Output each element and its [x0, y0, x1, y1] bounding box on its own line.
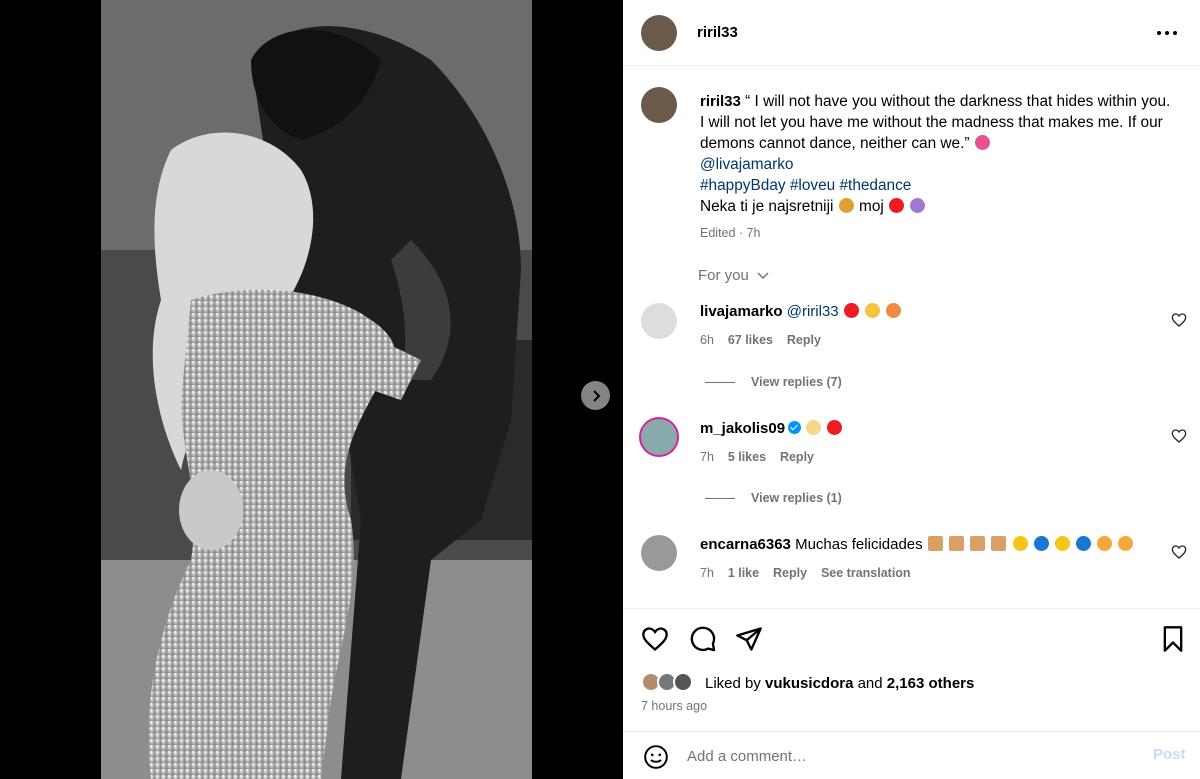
divider-line: [705, 498, 735, 500]
blue-heart-emoji-icon: [1033, 536, 1049, 551]
post-photo[interactable]: [101, 0, 532, 779]
post-comment-button[interactable]: Post: [1153, 746, 1186, 763]
comment-username[interactable]: m_jakolis09: [700, 420, 785, 437]
chevron-right-icon: [592, 389, 600, 402]
comment-likes[interactable]: 5 likes: [728, 450, 766, 464]
like-comment-heart-icon[interactable]: [1171, 312, 1187, 328]
comment-sort-label: For you: [698, 267, 749, 284]
view-replies-button[interactable]: View replies (1): [705, 491, 842, 505]
comment-item: m_jakolis09 7h 5 likes Reply: [700, 418, 1160, 468]
comment-item: encarna6363 Muchas felicidades 7h 1 like…: [700, 534, 1160, 584]
post-actions: Liked by vukusicdora and 2,163 others 7 …: [623, 608, 1200, 778]
reply-button[interactable]: Reply: [780, 450, 814, 464]
yellow-heart-emoji-icon: [1012, 536, 1028, 551]
caption-hashtags[interactable]: #happyBday #loveu #thedance: [700, 177, 911, 194]
comment-item: livajamarko @riril33 6h 67 likes Reply: [700, 301, 1160, 351]
commenter-avatar-story-ring[interactable]: [639, 417, 679, 457]
likes-prefix: Liked by: [705, 675, 761, 692]
liker-username[interactable]: vukusicdora: [765, 675, 853, 692]
view-replies-label: View replies (7): [751, 375, 842, 389]
cake-emoji-icon: [927, 536, 943, 551]
photo-illustration: [101, 0, 532, 779]
chevron-down-icon: [757, 272, 769, 280]
comment-time: 7h: [700, 566, 714, 580]
cake-emoji-icon: [970, 536, 986, 551]
comment-input[interactable]: [687, 744, 1127, 768]
comment-time: 6h: [700, 333, 714, 347]
comment-sort-dropdown[interactable]: For you: [698, 267, 769, 284]
party-emoji-icon: [910, 198, 926, 213]
comment-mention[interactable]: @riril33: [787, 303, 839, 320]
post-header: riril33: [623, 0, 1200, 66]
comment-text: Muchas felicidades: [795, 536, 923, 553]
reply-button[interactable]: Reply: [773, 566, 807, 580]
caption-edited: Edited · 7h: [700, 226, 761, 240]
post-timestamp[interactable]: 7 hours ago: [641, 699, 707, 713]
emoji-smiley-icon[interactable]: [643, 744, 669, 770]
see-translation-button[interactable]: See translation: [821, 566, 911, 580]
likes-summary: Liked by vukusicdora and 2,163 others: [705, 675, 974, 692]
caption-line2-a: Neka ti je najsretniji: [700, 198, 834, 215]
save-bookmark-icon[interactable]: [1159, 625, 1187, 653]
comment-bubble-icon[interactable]: [689, 625, 717, 653]
media-area: [0, 0, 623, 779]
divider-line: [705, 382, 735, 384]
hugging-face-emoji-icon: [1097, 536, 1113, 551]
share-paper-plane-icon[interactable]: [735, 625, 763, 653]
caption-text: “ I will not have you without the darkne…: [700, 93, 1171, 152]
yellow-heart-emoji-icon: [1054, 536, 1070, 551]
comment-meta: 6h 67 likes Reply: [700, 329, 1160, 351]
caption-author-avatar[interactable]: [641, 87, 677, 123]
reply-button[interactable]: Reply: [787, 333, 821, 347]
post-details-panel: riril33 riril33 “ I will not have you wi…: [623, 0, 1200, 779]
comment-likes[interactable]: 1 like: [728, 566, 759, 580]
likes-and: and: [857, 675, 883, 692]
hand-emoji-icon: [864, 303, 880, 318]
post-caption: riril33 “ I will not have you without th…: [700, 91, 1175, 244]
hugging-face-emoji-icon: [1118, 536, 1134, 551]
comment-username[interactable]: livajamarko: [700, 303, 783, 320]
cake-emoji-icon: [991, 536, 1007, 551]
caption-line2-b: moj: [859, 198, 884, 215]
caption-mention[interactable]: @livajamarko: [700, 156, 793, 173]
comment-username[interactable]: encarna6363: [700, 536, 791, 553]
blue-heart-emoji-icon: [1076, 536, 1092, 551]
comment-meta: 7h 1 like Reply See translation: [700, 562, 1160, 584]
red-heart-emoji-icon: [827, 420, 843, 435]
comment-meta: 7h 5 likes Reply: [700, 446, 1160, 468]
red-heart-emoji-icon: [889, 198, 905, 213]
view-replies-label: View replies (1): [751, 491, 842, 505]
lion-emoji-icon: [838, 198, 854, 213]
praying-hands-emoji-icon: [806, 420, 822, 435]
likes-others[interactable]: 2,163 others: [887, 675, 975, 692]
caption-username[interactable]: riril33: [700, 93, 741, 110]
more-options-icon[interactable]: [1154, 22, 1180, 44]
author-username[interactable]: riril33: [697, 24, 738, 41]
red-heart-emoji-icon: [843, 303, 859, 318]
comments-area[interactable]: riril33 “ I will not have you without th…: [623, 67, 1200, 608]
verified-badge-icon: [788, 421, 802, 434]
like-heart-icon[interactable]: [641, 625, 669, 653]
kiss-emoji-icon: [886, 303, 902, 318]
view-replies-button[interactable]: View replies (7): [705, 375, 842, 389]
commenter-avatar[interactable]: [641, 303, 677, 339]
liker-avatar[interactable]: [673, 672, 693, 692]
next-photo-button[interactable]: [581, 381, 610, 410]
post-modal: riril33 riril33 “ I will not have you wi…: [0, 0, 1200, 779]
commenter-avatar[interactable]: [641, 535, 677, 571]
like-comment-heart-icon[interactable]: [1171, 544, 1187, 560]
add-comment-bar: Post: [623, 731, 1200, 779]
comment-time: 7h: [700, 450, 714, 464]
heart-emoji-icon: [974, 135, 990, 150]
cake-emoji-icon: [949, 536, 964, 551]
like-comment-heart-icon[interactable]: [1171, 428, 1187, 444]
author-avatar[interactable]: [641, 15, 677, 51]
comment-likes[interactable]: 67 likes: [728, 333, 773, 347]
